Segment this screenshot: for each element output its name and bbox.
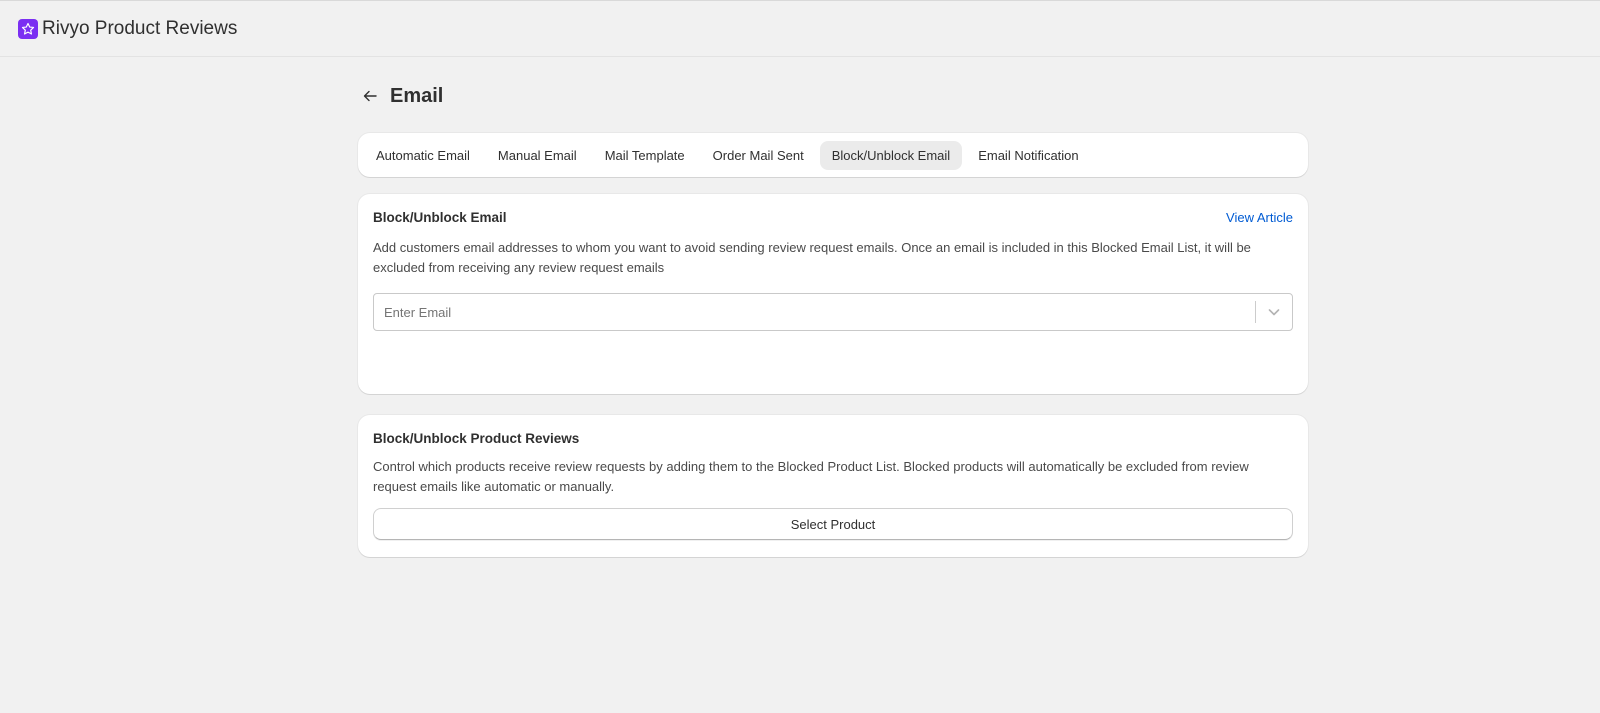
main-content: Email Automatic Email Manual Email Mail …	[358, 76, 1308, 557]
block-product-card: Block/Unblock Product Reviews Control wh…	[358, 415, 1308, 557]
block-product-description: Control which products receive review re…	[373, 459, 1249, 494]
block-email-description: Add customers email addresses to whom yo…	[373, 240, 1251, 275]
dropdown-toggle[interactable]	[1256, 294, 1292, 330]
block-email-title: Block/Unblock Email	[373, 210, 507, 225]
star-icon	[18, 18, 38, 39]
app-topbar: Rivyo Product Reviews	[0, 0, 1600, 57]
view-article-link[interactable]: View Article	[1226, 210, 1293, 225]
tab-mail-template[interactable]: Mail Template	[593, 141, 697, 170]
tab-order-mail-sent[interactable]: Order Mail Sent	[701, 141, 816, 170]
email-input[interactable]	[374, 294, 1255, 330]
tab-block-unblock-email[interactable]: Block/Unblock Email	[819, 140, 963, 170]
select-product-button[interactable]: Select Product	[373, 508, 1293, 540]
tab-email-notification[interactable]: Email Notification	[966, 141, 1090, 170]
tab-manual-email[interactable]: Manual Email	[486, 141, 589, 170]
page-header: Email	[358, 76, 1308, 116]
chevron-down-icon	[1268, 309, 1280, 316]
arrow-left-icon	[363, 90, 377, 102]
page-title: Email	[390, 84, 444, 107]
app-title: Rivyo Product Reviews	[42, 17, 238, 39]
block-email-card: Block/Unblock Email View Article Add cus…	[358, 194, 1308, 394]
back-button[interactable]	[358, 84, 382, 108]
tab-automatic-email[interactable]: Automatic Email	[364, 141, 482, 170]
tabs-bar: Automatic Email Manual Email Mail Templa…	[358, 133, 1308, 177]
email-select	[373, 293, 1293, 331]
block-product-title: Block/Unblock Product Reviews	[373, 431, 580, 446]
